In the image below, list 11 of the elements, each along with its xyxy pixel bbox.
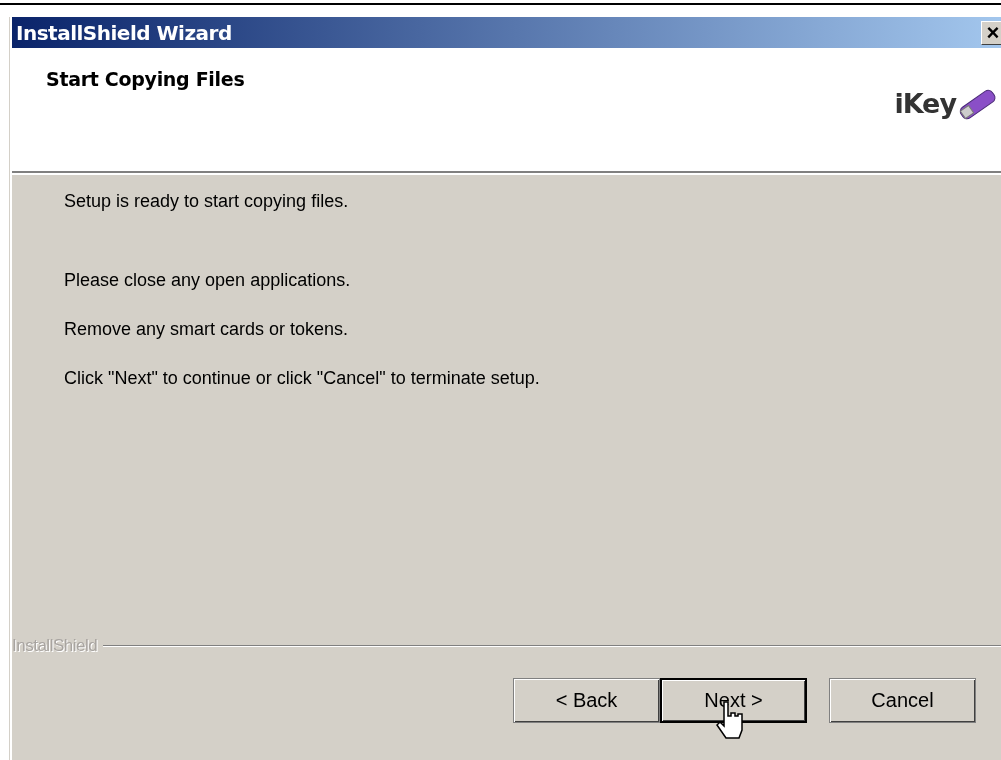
- logo-text: iKey: [894, 87, 956, 119]
- instruction-text: Setup is ready to start copying files.: [64, 191, 350, 212]
- close-button[interactable]: ×: [981, 20, 1001, 45]
- window-title: InstallShield Wizard: [16, 20, 232, 45]
- wizard-button[interactable]: Cancel: [829, 678, 976, 723]
- instruction-text: Remove any smart cards or tokens.: [64, 319, 350, 340]
- page-title: Start Copying Files: [46, 68, 245, 92]
- wizard-button[interactable]: Next >: [660, 678, 807, 723]
- instruction-text: Click "Next" to continue or click "Cancel" to terminate setup.: [64, 368, 541, 389]
- instruction-text: Please close any open applications.: [64, 270, 352, 291]
- wizard-button[interactable]: < Back: [513, 678, 660, 723]
